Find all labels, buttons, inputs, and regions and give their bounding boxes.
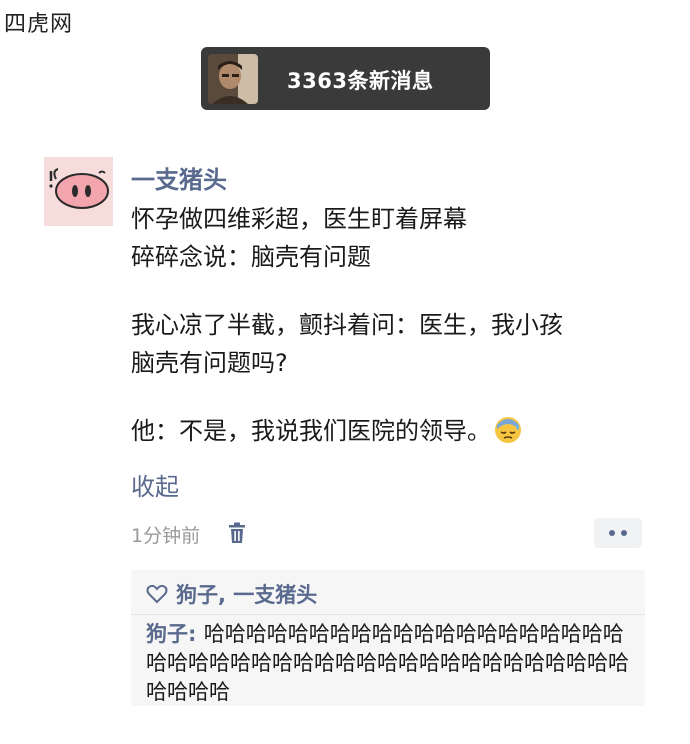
trash-icon[interactable] xyxy=(227,522,247,544)
post-line: 碎碎念说：脑壳有问题 xyxy=(131,243,371,271)
comment-text: 哈哈哈哈哈哈哈哈哈哈哈哈哈哈哈哈哈哈哈哈哈哈哈哈哈哈哈哈哈哈哈哈哈哈哈哈哈哈哈哈… xyxy=(146,622,629,704)
collapse-link[interactable]: 收起 xyxy=(131,467,179,502)
new-messages-banner[interactable]: 3363条新消息 xyxy=(201,47,490,110)
comment-item[interactable]: 狗子: 哈哈哈哈哈哈哈哈哈哈哈哈哈哈哈哈哈哈哈哈哈哈哈哈哈哈哈哈哈哈哈哈哈哈哈哈… xyxy=(146,620,642,707)
more-options-button[interactable] xyxy=(594,518,642,548)
watermark-text: 四虎网 xyxy=(4,12,74,37)
more-dot xyxy=(609,530,615,536)
post-time: 1分钟前 xyxy=(131,525,201,547)
post-line-with-emoji: 他：不是，我说我们医院的领导。 xyxy=(131,412,651,450)
likes-names[interactable]: 狗子, 一支猪头 xyxy=(176,579,317,609)
pig-face-icon xyxy=(44,157,113,226)
comment-divider xyxy=(131,614,645,615)
post-username[interactable]: 一支猪头 xyxy=(131,160,227,195)
post-line: 我心凉了半截，颤抖着问：医生，我小孩 xyxy=(131,311,563,339)
more-dot xyxy=(621,530,627,536)
post-line: 怀孕做四维彩超，医生盯着屏幕 xyxy=(131,205,467,233)
post-line: 他：不是，我说我们医院的领导。 xyxy=(131,417,491,445)
person-photo-icon xyxy=(208,54,258,104)
new-messages-count: 3363条新消息 xyxy=(287,69,434,93)
post-line: 脑壳有问题吗? xyxy=(131,349,288,377)
banner-avatar xyxy=(208,54,258,104)
sweat-face-icon xyxy=(495,417,521,443)
user-avatar[interactable] xyxy=(44,157,113,226)
heart-icon xyxy=(146,584,168,604)
post-content: 怀孕做四维彩超，医生盯着屏幕 碎碎念说：脑壳有问题 我心凉了半截，颤抖着问：医生… xyxy=(131,200,651,450)
comment-author[interactable]: 狗子: xyxy=(146,622,204,646)
likes-row: 狗子, 一支猪头 xyxy=(146,579,317,609)
